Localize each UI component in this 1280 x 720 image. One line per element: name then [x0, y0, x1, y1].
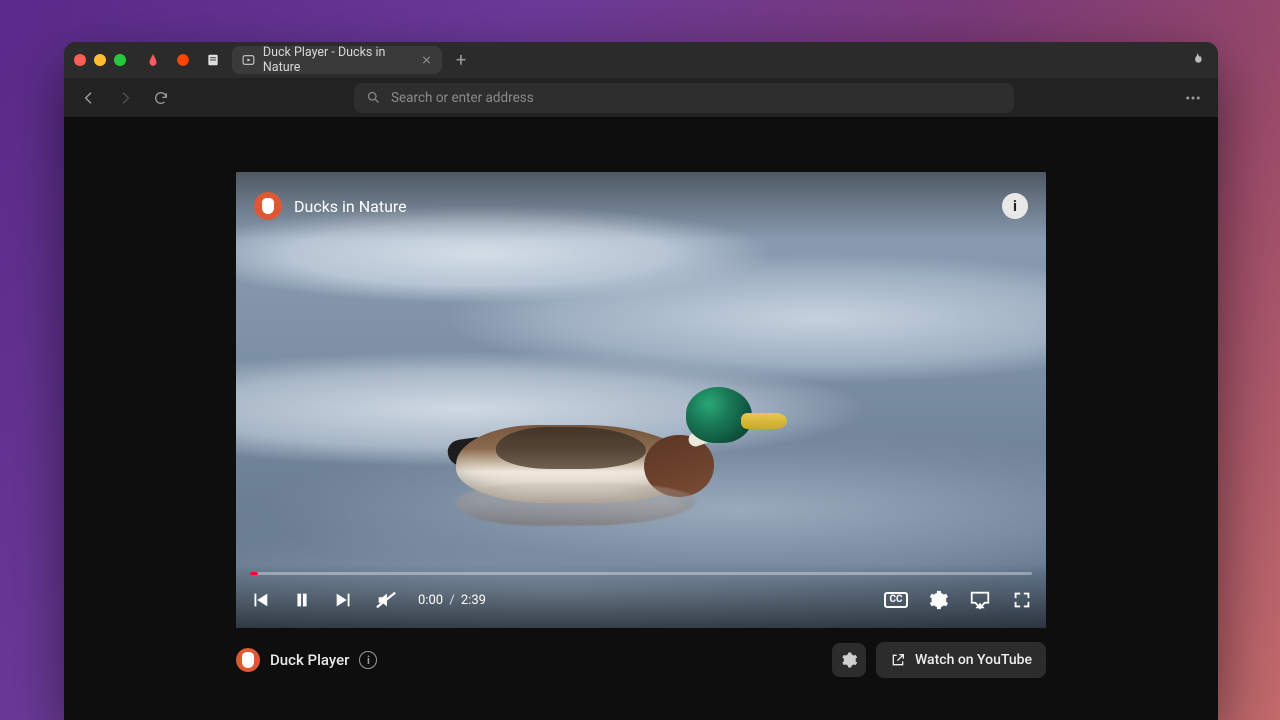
video-tab-icon [242, 53, 255, 67]
player-settings-button[interactable] [832, 643, 866, 677]
tab-active[interactable]: Duck Player - Ducks in Nature [232, 46, 442, 74]
settings-button[interactable] [924, 586, 952, 614]
current-time: 0:00 [418, 593, 443, 608]
video-title: Ducks in Nature [294, 197, 407, 216]
minimize-window-button[interactable] [94, 54, 106, 66]
video-info-button[interactable]: i [1002, 193, 1028, 219]
video-controls: 0:00 / 2:39 CC [236, 564, 1046, 628]
new-tab-button[interactable]: + [450, 49, 472, 71]
pinned-tab-reddit[interactable] [172, 49, 194, 71]
browser-window: Duck Player - Ducks in Nature + Search o… [64, 42, 1218, 720]
toolbar: Search or enter address [64, 78, 1218, 118]
watch-on-youtube-label: Watch on YouTube [915, 652, 1032, 668]
fullscreen-button[interactable] [1008, 586, 1036, 614]
duration: 2:39 [461, 593, 486, 608]
duck-player-logo [236, 648, 260, 672]
watch-on-youtube-button[interactable]: Watch on YouTube [876, 642, 1046, 678]
airplay-button[interactable] [966, 586, 994, 614]
close-tab-icon[interactable] [421, 54, 432, 66]
pinned-tab-notes[interactable] [202, 49, 224, 71]
zoom-window-button[interactable] [114, 54, 126, 66]
address-bar[interactable]: Search or enter address [354, 83, 1014, 113]
overflow-menu-button[interactable] [1180, 85, 1206, 111]
captions-button[interactable]: CC [882, 586, 910, 614]
close-window-button[interactable] [74, 54, 86, 66]
pinned-tab-airbnb[interactable] [142, 49, 164, 71]
time-display: 0:00 / 2:39 [418, 593, 486, 608]
address-placeholder: Search or enter address [391, 90, 534, 106]
duck-player-info-button[interactable]: i [359, 651, 377, 669]
back-button[interactable] [76, 85, 102, 111]
duck-player-label: Duck Player [270, 651, 349, 669]
tab-title: Duck Player - Ducks in Nature [263, 45, 413, 75]
video-container: Ducks in Nature i 0:00 / 2:39 [236, 172, 1046, 678]
fire-button[interactable] [1186, 49, 1208, 71]
search-icon [366, 90, 381, 105]
next-button[interactable] [330, 586, 358, 614]
pause-button[interactable] [288, 586, 316, 614]
forward-button[interactable] [112, 85, 138, 111]
previous-button[interactable] [246, 586, 274, 614]
tab-strip: Duck Player - Ducks in Nature + [64, 42, 1218, 78]
player-footer: Duck Player i Watch on YouTube [236, 642, 1046, 678]
external-link-icon [890, 652, 906, 668]
page-content: Ducks in Nature i 0:00 / 2:39 [64, 118, 1218, 720]
mute-button[interactable] [372, 586, 400, 614]
reload-button[interactable] [148, 85, 174, 111]
window-controls [74, 54, 126, 66]
video-player[interactable]: Ducks in Nature i 0:00 / 2:39 [236, 172, 1046, 628]
video-header: Ducks in Nature i [236, 172, 1046, 240]
video-frame-reflection [456, 514, 766, 547]
progress-bar[interactable] [250, 572, 1032, 575]
channel-logo[interactable] [254, 192, 282, 220]
